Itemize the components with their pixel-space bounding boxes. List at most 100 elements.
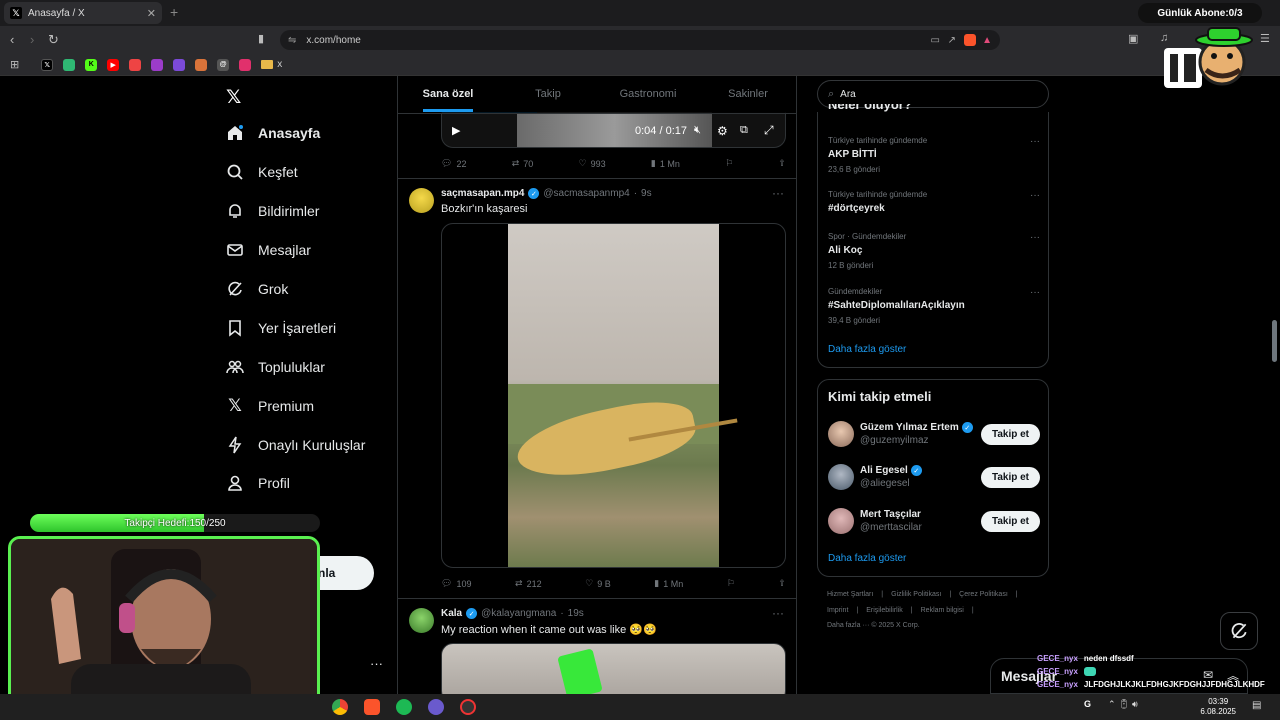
page-scrollbar[interactable] xyxy=(1272,320,1277,362)
youtube-bookmark-icon[interactable]: ▶ xyxy=(107,58,120,71)
taskbar-clock[interactable]: 03:39 6.08.2025 xyxy=(1200,697,1236,717)
reply-button[interactable]: 💬︎ 109 xyxy=(441,578,471,589)
trends-show-more-link[interactable]: Daha fazla göster xyxy=(828,344,906,355)
tweet-more-icon[interactable]: ··· xyxy=(772,186,784,200)
footer-link[interactable]: Imprint xyxy=(827,607,848,614)
settings-gear-icon[interactable]: ⚙ xyxy=(717,124,728,138)
reload-icon[interactable]: ↻ xyxy=(48,32,59,48)
apps-grid-icon[interactable]: ⊞ xyxy=(10,58,19,71)
browser-tab[interactable]: 𝕏 Anasayfa / X ✕ xyxy=(4,2,162,24)
repost-button[interactable]: ⇄ 70 xyxy=(512,158,534,169)
bookmark-icon[interactable] xyxy=(151,58,164,71)
sidebar-item-home[interactable]: Anasayfa xyxy=(226,124,320,142)
trend-more-icon[interactable]: ··· xyxy=(1030,136,1040,147)
bookmark-folder-label[interactable]: x xyxy=(277,59,282,70)
bookmark-icon[interactable] xyxy=(129,58,142,71)
notification-icon[interactable]: ▤ xyxy=(1252,700,1261,711)
tab-close-icon[interactable]: ✕ xyxy=(147,7,156,20)
trend-more-icon[interactable]: ··· xyxy=(1030,287,1040,298)
mute-icon[interactable]: 🔇︎ xyxy=(694,124,701,137)
sidebar-item-grok[interactable]: Grok xyxy=(226,280,288,298)
folder-icon[interactable] xyxy=(261,60,274,69)
sidebar-toggle-icon[interactable]: ▣ xyxy=(1128,32,1138,45)
follow-button[interactable]: Takip et xyxy=(980,466,1040,488)
instagram-bookmark-icon[interactable] xyxy=(239,58,252,71)
tweet-media[interactable] xyxy=(441,643,786,696)
tweet-more-icon[interactable]: ··· xyxy=(772,606,784,620)
author-name[interactable]: Kala xyxy=(441,608,462,619)
like-button[interactable]: ♡ 9 B xyxy=(585,578,611,589)
tab-for-you[interactable]: Sana özel xyxy=(398,76,498,113)
new-tab-icon[interactable]: + xyxy=(170,4,178,20)
tray-icons[interactable]: ⌃ 🔋︎ 🔊︎ xyxy=(1108,699,1138,710)
language-indicator[interactable]: G xyxy=(1084,699,1091,709)
trend-item[interactable]: Türkiye tarihinde gündemde AKP BİTTİ 23,… xyxy=(828,136,1040,174)
brave-taskbar-icon[interactable] xyxy=(364,699,380,715)
sidebar-item-notifications[interactable]: Bildirimler xyxy=(226,202,319,220)
tweet-video[interactable] xyxy=(441,223,786,568)
follow-suggestion[interactable]: Mert Taşçılar @merttascilar Takip et xyxy=(828,504,1040,538)
trend-more-icon[interactable]: ··· xyxy=(1030,232,1040,243)
follow-button[interactable]: Takip et xyxy=(980,510,1040,532)
rewards-icon[interactable]: ▲ xyxy=(982,35,992,46)
sidebar-item-messages[interactable]: Mesajlar xyxy=(226,241,311,259)
site-info-icon[interactable]: ⇋ xyxy=(288,35,296,46)
back-icon[interactable]: ‹ xyxy=(10,32,14,47)
tweet-time[interactable]: 19s xyxy=(568,608,584,619)
x-logo-icon[interactable]: 𝕏 xyxy=(226,86,246,108)
follow-suggestion[interactable]: Güzem Yılmaz Ertem ✓ @guzemyilmaz Takip e… xyxy=(828,417,1040,451)
tab-gastronomy[interactable]: Gastronomi xyxy=(598,76,698,113)
tab-residents[interactable]: Sakinler xyxy=(698,76,796,113)
trend-more-icon[interactable]: ··· xyxy=(1030,190,1040,201)
follow-show-more-link[interactable]: Daha fazla göster xyxy=(828,553,906,564)
spotify-taskbar-icon[interactable] xyxy=(396,699,412,715)
tweet-video-player[interactable]: ▶ 0:04 / 0:17 🔇︎ ⚙ ⧉ ⤢ xyxy=(441,112,786,148)
bookmark-button[interactable]: ⚐ xyxy=(725,158,733,169)
avatar[interactable] xyxy=(828,421,854,447)
like-button[interactable]: ♡ 993 xyxy=(579,158,606,169)
views-button[interactable]: ▮ 1 Mn xyxy=(654,578,683,589)
fullscreen-icon[interactable]: ⤢ xyxy=(764,123,774,138)
avatar[interactable] xyxy=(409,608,434,633)
play-icon[interactable]: ▶ xyxy=(452,124,460,137)
reply-button[interactable]: 💬︎ 22 xyxy=(441,158,466,169)
grok-floating-button[interactable] xyxy=(1220,612,1258,650)
tweet-time[interactable]: 9s xyxy=(641,188,652,199)
threads-bookmark-icon[interactable]: @ xyxy=(217,58,230,71)
picture-in-picture-icon[interactable]: ⧉ xyxy=(740,124,748,137)
obs-taskbar-icon[interactable] xyxy=(460,699,476,715)
sidebar-item-profile[interactable]: Profil xyxy=(226,474,290,492)
bookmark-icon[interactable] xyxy=(63,58,76,71)
sidebar-item-communities[interactable]: Topluluklar xyxy=(226,358,325,376)
footer-link[interactable]: Hizmet Şartları xyxy=(827,591,873,598)
trend-item[interactable]: Gündemdekiler #SahteDiplomalılarıAçıklay… xyxy=(828,287,1040,325)
views-button[interactable]: ▮ 1 Mn xyxy=(651,158,680,169)
kick-bookmark-icon[interactable]: K xyxy=(85,58,98,71)
footer-link[interactable]: Çerez Politikası xyxy=(959,591,1008,598)
app-taskbar-icon[interactable] xyxy=(428,699,444,715)
share-icon[interactable]: ↗ xyxy=(948,35,956,46)
footer-link[interactable]: Reklam bilgisi xyxy=(921,607,964,614)
author-name[interactable]: saçmasapan.mp4 xyxy=(441,188,524,199)
twitch-bookmark-icon[interactable] xyxy=(173,58,186,71)
menu-icon[interactable]: ☰ xyxy=(1260,32,1270,45)
bookmark-page-icon[interactable]: ▮ xyxy=(258,32,264,45)
sidebar-item-bookmarks[interactable]: Yer İşaretleri xyxy=(226,319,336,337)
chrome-taskbar-icon[interactable] xyxy=(332,699,348,715)
x-bookmark-icon[interactable]: 𝕏 xyxy=(41,58,54,71)
follow-suggestion[interactable]: Ali Egesel ✓ @aliegesel Takip et xyxy=(828,460,1040,494)
bookmark-button[interactable]: ⚐ xyxy=(727,578,735,589)
cast-icon[interactable]: ▭ xyxy=(931,35,940,46)
avatar[interactable] xyxy=(828,508,854,534)
share-button[interactable]: ⇪ xyxy=(778,578,786,589)
account-more-icon[interactable]: ··· xyxy=(370,656,383,671)
forward-icon[interactable]: › xyxy=(30,32,34,47)
author-handle[interactable]: @kalayangmana xyxy=(481,608,556,619)
follow-button[interactable]: Takip et xyxy=(980,423,1040,445)
address-bar[interactable]: ⇋ x.com/home ▭ ↗ ▲ xyxy=(280,30,1000,50)
share-button[interactable]: ⇪ xyxy=(778,158,786,169)
trend-item[interactable]: Türkiye tarihinde gündemde #dörtçeyrek ·… xyxy=(828,190,1040,214)
avatar[interactable] xyxy=(409,188,434,213)
bookmark-icon[interactable] xyxy=(195,58,208,71)
avatar[interactable] xyxy=(828,464,854,490)
